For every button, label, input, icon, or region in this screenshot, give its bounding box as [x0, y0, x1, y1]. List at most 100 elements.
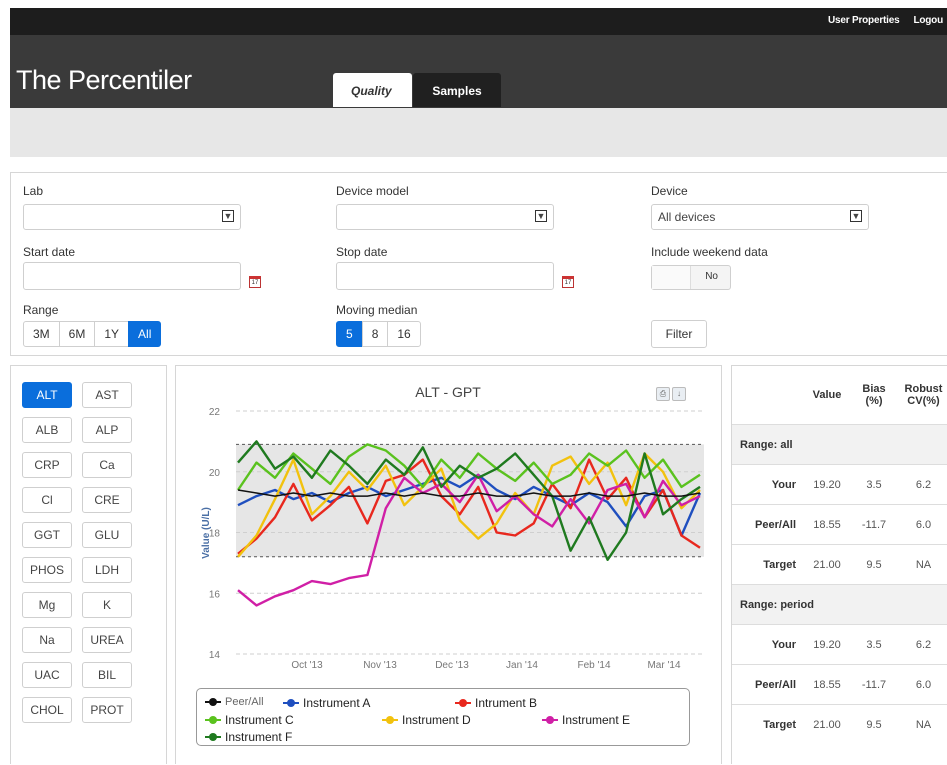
stats-row-label: Your: [732, 464, 802, 505]
stats-row-bias: -11.7: [852, 664, 896, 705]
legend-item-peer-all[interactable]: Peer/All: [205, 696, 264, 708]
legend-label: Instrument F: [225, 730, 293, 744]
analyte-button-ast[interactable]: AST: [82, 382, 132, 408]
x-tick-label: Mar '14: [647, 660, 680, 671]
legend-item-instrument-d[interactable]: Instrument D: [382, 713, 471, 727]
user-links: User Properties Logou: [828, 15, 943, 26]
analyte-button-alb[interactable]: ALB: [22, 417, 72, 443]
legend-item-intrument-b[interactable]: Intrument B: [455, 696, 537, 710]
stats-row-label: Peer/All: [732, 504, 802, 545]
stats-row-bias: 9.5: [852, 704, 896, 744]
analyte-panel: ALT AST ALB ALP CRP Ca Cl CRE GGT GLU PHOS LDH Mg K Na…: [10, 365, 167, 764]
stats-row-label: Target: [732, 544, 802, 585]
analyte-button-k[interactable]: K: [82, 592, 132, 618]
analyte-button-na[interactable]: Na: [22, 627, 72, 653]
analyte-button-phos[interactable]: PHOS: [22, 557, 72, 583]
legend-label: Instrument C: [225, 713, 294, 727]
user-properties-link[interactable]: User Properties: [828, 15, 900, 26]
y-tick-label: 20: [209, 468, 221, 479]
analyte-button-bil[interactable]: BIL: [82, 662, 132, 688]
stats-row-label: Your: [732, 624, 802, 665]
table-row: Peer/All 18.55 -11.7 6.0: [732, 664, 947, 705]
range-all-button[interactable]: All: [128, 321, 162, 347]
device-model-label: Device model: [336, 184, 409, 198]
legend-marker-icon: [283, 698, 299, 708]
stop-date-input[interactable]: [336, 262, 554, 290]
legend-item-instrument-e[interactable]: Instrument E: [542, 713, 630, 727]
stats-row-value: 19.20: [802, 624, 852, 665]
stats-row-bias: 9.5: [852, 544, 896, 585]
stop-date-label: Stop date: [336, 245, 388, 259]
stats-row-cv: 6.2: [896, 464, 947, 505]
analyte-button-mg[interactable]: Mg: [22, 592, 72, 618]
download-icon[interactable]: ↓: [672, 387, 686, 401]
analyte-button-cre[interactable]: CRE: [82, 487, 132, 513]
median-5-button[interactable]: 5: [336, 321, 363, 347]
device-select-value: All devices: [658, 210, 716, 224]
stats-row-value: 19.20: [802, 464, 852, 505]
print-icon[interactable]: ⎙: [656, 387, 670, 401]
stats-header-bias: Bias (%): [862, 383, 886, 407]
toggle-knob: [652, 266, 691, 289]
stats-row-bias: -11.7: [852, 504, 896, 545]
top-strip: [0, 0, 947, 8]
chart-title: ALT - GPT: [415, 384, 481, 400]
median-16-button[interactable]: 16: [387, 321, 421, 347]
analyte-button-uac[interactable]: UAC: [22, 662, 72, 688]
filter-panel: Lab ▼ Device model ▼ Device All devices …: [10, 172, 947, 356]
main-tabs: Quality Samples: [333, 73, 501, 107]
legend-item-instrument-f[interactable]: Instrument F: [205, 730, 292, 744]
table-row: Peer/All 18.55 -11.7 6.0: [732, 504, 947, 545]
range-label: Range: [23, 303, 59, 317]
analyte-button-chol[interactable]: CHOL: [22, 697, 72, 723]
analyte-button-alp[interactable]: ALP: [82, 417, 132, 443]
analyte-button-alt[interactable]: ALT: [22, 382, 72, 408]
subheader-bar: [10, 108, 947, 157]
device-select[interactable]: All devices ▼: [651, 204, 869, 230]
calendar-icon[interactable]: 17: [249, 276, 261, 288]
analyte-button-cl[interactable]: Cl: [22, 487, 72, 513]
lab-select[interactable]: ▼: [23, 204, 241, 230]
stats-row-value: 21.00: [802, 704, 852, 744]
stats-row-cv: 6.0: [896, 504, 947, 545]
weekend-toggle-value: No: [705, 271, 718, 282]
analyte-button-ldh[interactable]: LDH: [82, 557, 132, 583]
calendar-icon[interactable]: 17: [562, 276, 574, 288]
legend-item-instrument-c[interactable]: Instrument C: [205, 713, 294, 727]
median-button-group: 5 8 16: [336, 321, 421, 347]
analyte-button-ca[interactable]: Ca: [82, 452, 132, 478]
analyte-button-crp[interactable]: CRP: [22, 452, 72, 478]
stats-header-value: Value: [812, 389, 842, 401]
range-1y-button[interactable]: 1Y: [94, 321, 130, 347]
stats-row-value: 18.55: [802, 504, 852, 545]
chevron-down-icon: ▼: [850, 210, 862, 222]
legend-label: Intrument B: [475, 696, 538, 710]
stats-group-row: Range: all: [732, 424, 947, 465]
tab-quality[interactable]: Quality: [333, 73, 412, 107]
x-tick-label: Dec '13: [435, 660, 469, 671]
analyte-button-glu[interactable]: GLU: [82, 522, 132, 548]
analyte-button-ggt[interactable]: GGT: [22, 522, 72, 548]
weekend-toggle[interactable]: No: [651, 265, 731, 290]
analyte-button-urea[interactable]: UREA: [82, 627, 132, 653]
median-8-button[interactable]: 8: [361, 321, 389, 347]
tab-samples[interactable]: Samples: [413, 73, 501, 107]
analyte-button-prot[interactable]: PROT: [82, 697, 132, 723]
filter-button[interactable]: Filter: [651, 320, 707, 348]
legend-item-instrument-a[interactable]: Instrument A: [283, 696, 370, 710]
range-6m-button[interactable]: 6M: [58, 321, 96, 347]
stats-row-label: Peer/All: [732, 664, 802, 705]
device-model-select[interactable]: ▼: [336, 204, 554, 230]
weekend-label: Include weekend data: [651, 245, 768, 259]
y-tick-label: 22: [209, 407, 221, 418]
y-tick-label: 16: [209, 589, 221, 600]
legend-marker-icon: [542, 715, 558, 725]
stats-group-title: Range: all: [732, 424, 947, 465]
chart-panel: 14 16 18 20 22 Oct '13 Nov '13 Dec '13 Jan '14 Fe…: [175, 365, 722, 764]
stats-row-bias: 3.5: [852, 464, 896, 505]
start-date-input[interactable]: [23, 262, 241, 290]
range-3m-button[interactable]: 3M: [23, 321, 60, 347]
stats-row-label: Target: [732, 704, 802, 744]
chart-legend: Peer/All Instrument A Intrument B Instrumen…: [196, 688, 690, 746]
logout-link[interactable]: Logou: [913, 15, 943, 26]
